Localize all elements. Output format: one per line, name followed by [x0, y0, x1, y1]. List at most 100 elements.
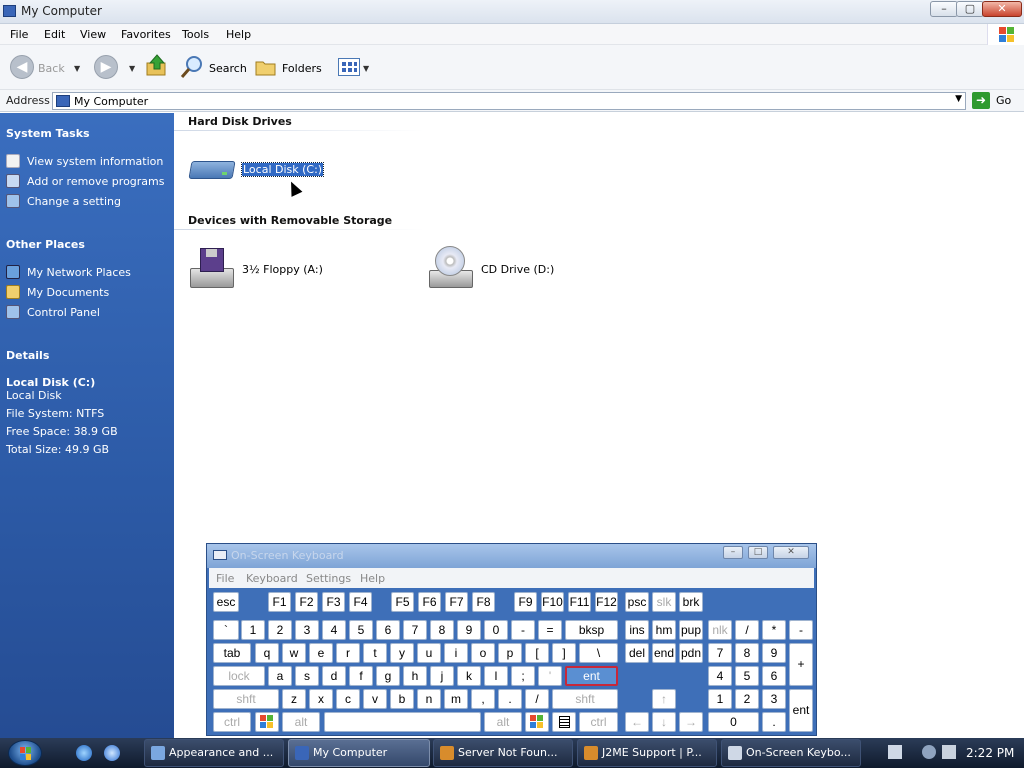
views-dropdown-icon[interactable]: ▼ [363, 64, 369, 73]
key-semicolon[interactable]: ; [511, 666, 535, 686]
key-f6[interactable]: F6 [418, 592, 441, 612]
key-4[interactable]: 4 [322, 620, 346, 640]
key-num-enter[interactable]: ent [789, 689, 813, 732]
go-button[interactable]: ➜ Go [972, 92, 1020, 110]
osk-menu-settings[interactable]: Settings [306, 572, 351, 585]
key-f11[interactable]: F11 [568, 592, 591, 612]
key-num-0[interactable]: 0 [708, 712, 759, 732]
cd-drive-d[interactable]: CD Drive (D:) [427, 246, 554, 292]
key-6[interactable]: 6 [376, 620, 400, 640]
key-quote[interactable]: ' [538, 666, 562, 686]
address-input[interactable]: My Computer ▼ [52, 92, 966, 110]
key-left-ctrl[interactable]: ctrl [213, 712, 251, 732]
key-r[interactable]: r [336, 643, 360, 663]
key-right-arrow[interactable]: → [679, 712, 703, 732]
search-button[interactable]: Search [209, 62, 247, 75]
maximize-button[interactable]: ▢ [956, 1, 984, 17]
key-menu[interactable] [552, 712, 576, 732]
key-f9[interactable]: F9 [514, 592, 537, 612]
my-documents-link[interactable]: My Documents [6, 285, 109, 299]
key-num-8[interactable]: 8 [735, 643, 759, 663]
key-esc[interactable]: esc [213, 592, 239, 612]
key-left-arrow[interactable]: ← [625, 712, 649, 732]
key-num-2[interactable]: 2 [735, 689, 759, 709]
key-f[interactable]: f [349, 666, 373, 686]
key-e[interactable]: e [309, 643, 333, 663]
key-period[interactable]: . [498, 689, 522, 709]
key-psc[interactable]: psc [625, 592, 649, 612]
taskbar-button-appearance[interactable]: Appearance and ... [144, 739, 284, 767]
key-pgup[interactable]: pup [679, 620, 703, 640]
key-lbracket[interactable]: [ [525, 643, 549, 663]
key-numlock[interactable]: nlk [708, 620, 732, 640]
address-dropdown-icon[interactable]: ▼ [955, 94, 962, 104]
up-folder-icon[interactable] [146, 53, 168, 77]
osk-menu-keyboard[interactable]: Keyboard [246, 572, 298, 585]
key-num-6[interactable]: 6 [762, 666, 786, 686]
key-y[interactable]: y [390, 643, 414, 663]
key-num-3[interactable]: 3 [762, 689, 786, 709]
key-num-4[interactable]: 4 [708, 666, 732, 686]
key-right-alt[interactable]: alt [484, 712, 522, 732]
key-tab[interactable]: tab [213, 643, 251, 663]
key-m[interactable]: m [444, 689, 468, 709]
key-s[interactable]: s [295, 666, 319, 686]
menu-help[interactable]: Help [226, 28, 251, 41]
key-n[interactable]: n [417, 689, 441, 709]
forward-dropdown-icon[interactable]: ▼ [129, 64, 135, 73]
key-backtick[interactable]: ` [213, 620, 239, 640]
key-f7[interactable]: F7 [445, 592, 468, 612]
other-places-heading[interactable]: Other Places [6, 238, 85, 251]
key-f4[interactable]: F4 [349, 592, 372, 612]
minimize-button[interactable]: – [930, 1, 958, 17]
key-7[interactable]: 7 [403, 620, 427, 640]
key-slk[interactable]: slk [652, 592, 676, 612]
back-button[interactable]: Back [38, 62, 65, 75]
key-pgdn[interactable]: pdn [679, 643, 703, 663]
view-system-information-link[interactable]: View system information [6, 154, 163, 168]
key-9[interactable]: 9 [457, 620, 481, 640]
key-8[interactable]: 8 [430, 620, 454, 640]
key-num-decimal[interactable]: . [762, 712, 786, 732]
folders-icon[interactable] [255, 57, 277, 77]
key-b[interactable]: b [390, 689, 414, 709]
key-num-plus[interactable]: + [789, 643, 813, 686]
key-f1[interactable]: F1 [268, 592, 291, 612]
key-minus[interactable]: - [511, 620, 535, 640]
clock[interactable]: 2:22 PM [966, 746, 1014, 760]
key-num-7[interactable]: 7 [708, 643, 732, 663]
taskbar-button-my-computer[interactable]: My Computer [288, 739, 430, 767]
key-p[interactable]: p [498, 643, 522, 663]
osk-menu-help[interactable]: Help [360, 572, 385, 585]
key-home[interactable]: hm [652, 620, 676, 640]
quick-launch-icon[interactable] [104, 745, 120, 761]
key-up-arrow[interactable]: ↑ [652, 689, 676, 709]
key-num-9[interactable]: 9 [762, 643, 786, 663]
key-backspace[interactable]: bksp [565, 620, 618, 640]
control-panel-link[interactable]: Control Panel [6, 305, 100, 319]
system-tasks-heading[interactable]: System Tasks [6, 127, 90, 140]
key-3[interactable]: 3 [295, 620, 319, 640]
key-f2[interactable]: F2 [295, 592, 318, 612]
forward-arrow-icon[interactable]: ▶ [94, 55, 118, 79]
key-num-minus[interactable]: - [789, 620, 813, 640]
taskbar-button-j2me-support[interactable]: J2ME Support | P... [577, 739, 717, 767]
key-num-5[interactable]: 5 [735, 666, 759, 686]
start-button[interactable] [8, 740, 42, 766]
key-k[interactable]: k [457, 666, 481, 686]
key-i[interactable]: i [444, 643, 468, 663]
menu-favorites[interactable]: Favorites [121, 28, 171, 41]
key-f8[interactable]: F8 [472, 592, 495, 612]
key-c[interactable]: c [336, 689, 360, 709]
key-left-shift[interactable]: shft [213, 689, 279, 709]
add-remove-programs-link[interactable]: Add or remove programs [6, 174, 165, 188]
internet-explorer-icon[interactable] [76, 745, 92, 761]
key-num-multiply[interactable]: * [762, 620, 786, 640]
close-button[interactable]: ✕ [982, 1, 1022, 17]
key-equals[interactable]: = [538, 620, 562, 640]
key-v[interactable]: v [363, 689, 387, 709]
key-backslash[interactable]: \ [579, 643, 618, 663]
back-arrow-icon[interactable]: ◀ [10, 55, 34, 79]
local-disk-c[interactable]: Local Disk (C:) [188, 155, 325, 183]
folders-button[interactable]: Folders [282, 62, 322, 75]
